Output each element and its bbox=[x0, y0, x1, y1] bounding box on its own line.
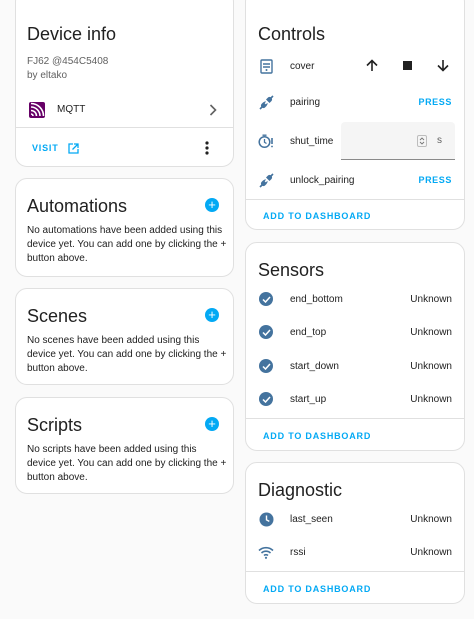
entity-row-rssi[interactable]: rssi Unknown bbox=[246, 536, 464, 568]
entity-name-unlock-pairing: unlock_pairing bbox=[290, 174, 355, 186]
entity-name-end-top: end_top bbox=[290, 326, 327, 338]
controls-card: Controls cover pairing PRESS shut_time s… bbox=[245, 0, 465, 230]
shut-time-input[interactable]: s bbox=[341, 122, 455, 160]
wifi-icon bbox=[258, 544, 274, 560]
scripts-description: No scripts have been added using this de… bbox=[27, 444, 227, 483]
device-manufacturer: by eltako bbox=[27, 70, 68, 81]
add-scene-button[interactable]: + bbox=[205, 308, 219, 322]
entity-row-unlock-pairing: unlock_pairing PRESS bbox=[246, 164, 464, 196]
spinner-icon[interactable] bbox=[417, 135, 427, 147]
stop-icon[interactable] bbox=[403, 61, 412, 70]
entity-row-end-bottom[interactable]: end_bottom Unknown bbox=[246, 283, 464, 315]
open-in-new-icon bbox=[67, 142, 79, 154]
add-automation-button[interactable]: + bbox=[205, 198, 219, 212]
entity-row-shut-time: shut_time s bbox=[246, 121, 464, 161]
add-script-button[interactable]: + bbox=[205, 417, 219, 431]
entity-row-cover[interactable]: cover bbox=[246, 50, 464, 82]
entity-name-end-bottom: end_bottom bbox=[290, 293, 343, 305]
integration-label: MQTT bbox=[57, 104, 86, 115]
entity-row-start-down[interactable]: start_down Unknown bbox=[246, 350, 464, 382]
entity-state-end-top: Unknown bbox=[410, 326, 452, 338]
controls-divider bbox=[246, 199, 464, 200]
scenes-description: No scenes have been added using this dev… bbox=[27, 335, 227, 374]
unlock-pairing-press-button[interactable]: PRESS bbox=[418, 175, 452, 185]
sensors-title: Sensors bbox=[258, 260, 325, 280]
entity-name-last-seen: last_seen bbox=[290, 513, 333, 525]
entity-name-rssi: rssi bbox=[290, 546, 306, 558]
diagnostic-add-to-dashboard-button[interactable]: ADD TO DASHBOARD bbox=[263, 584, 371, 594]
integration-row[interactable]: MQTT bbox=[16, 95, 233, 125]
entity-state-rssi: Unknown bbox=[410, 546, 452, 558]
window-shutter-icon bbox=[258, 58, 274, 74]
entity-state-start-up: Unknown bbox=[410, 393, 452, 405]
device-info-divider bbox=[16, 127, 233, 128]
entity-name-start-down: start_down bbox=[290, 360, 339, 372]
entity-name-pairing: pairing bbox=[290, 96, 321, 108]
entity-row-pairing: pairing PRESS bbox=[246, 86, 464, 118]
scenes-card: Scenes + No scenes have been added using… bbox=[15, 288, 234, 385]
entity-name-start-up: start_up bbox=[290, 393, 327, 405]
entity-state-start-down: Unknown bbox=[410, 360, 452, 372]
scripts-title: Scripts bbox=[27, 415, 83, 435]
clock-icon bbox=[258, 511, 274, 527]
sensors-add-to-dashboard-button[interactable]: ADD TO DASHBOARD bbox=[263, 431, 371, 441]
diagnostic-title: Diagnostic bbox=[258, 480, 343, 500]
automations-card: Automations + No automations have been a… bbox=[15, 178, 234, 277]
entity-state-last-seen: Unknown bbox=[410, 513, 452, 525]
controls-title: Controls bbox=[258, 24, 326, 44]
device-info-card: Device info FJ62 @454C5408 by eltako MQT… bbox=[15, 0, 234, 167]
entity-row-last-seen[interactable]: last_seen Unknown bbox=[246, 503, 464, 535]
sensors-divider bbox=[246, 418, 464, 419]
automations-title: Automations bbox=[27, 196, 128, 216]
scenes-title: Scenes bbox=[27, 306, 88, 326]
timer-alert-icon bbox=[258, 133, 274, 149]
entity-name-cover: cover bbox=[290, 60, 315, 72]
more-vert-icon[interactable] bbox=[205, 141, 209, 155]
device-info-title: Device info bbox=[27, 24, 117, 44]
check-circle-icon bbox=[258, 324, 274, 340]
mqtt-icon bbox=[29, 102, 45, 118]
diagnostic-card: Diagnostic last_seen Unknown rssi Unknow… bbox=[245, 462, 465, 604]
entity-row-end-top[interactable]: end_top Unknown bbox=[246, 316, 464, 348]
chevron-right-icon bbox=[209, 104, 217, 116]
diagnostic-divider bbox=[246, 571, 464, 572]
visit-label: VISIT bbox=[32, 143, 59, 153]
pairing-press-button[interactable]: PRESS bbox=[418, 97, 452, 107]
arrow-down-icon[interactable] bbox=[437, 59, 449, 72]
power-plug-icon bbox=[258, 172, 274, 188]
visit-button[interactable]: VISIT bbox=[32, 141, 79, 155]
power-plug-icon bbox=[258, 94, 274, 110]
arrow-up-icon[interactable] bbox=[366, 59, 378, 72]
check-circle-icon bbox=[258, 291, 274, 307]
sensors-card: Sensors end_bottom Unknown end_top Unkno… bbox=[245, 242, 465, 451]
entity-name-shut-time: shut_time bbox=[290, 135, 334, 147]
entity-row-start-up[interactable]: start_up Unknown bbox=[246, 383, 464, 415]
check-circle-icon bbox=[258, 358, 274, 374]
check-circle-icon bbox=[258, 391, 274, 407]
device-model: FJ62 @454C5408 bbox=[27, 56, 109, 67]
entity-state-end-bottom: Unknown bbox=[410, 293, 452, 305]
shut-time-unit: s bbox=[437, 135, 442, 146]
automations-description: No automations have been added using thi… bbox=[27, 225, 227, 264]
scripts-card: Scripts + No scripts have been added usi… bbox=[15, 397, 234, 494]
controls-add-to-dashboard-button[interactable]: ADD TO DASHBOARD bbox=[263, 211, 371, 221]
